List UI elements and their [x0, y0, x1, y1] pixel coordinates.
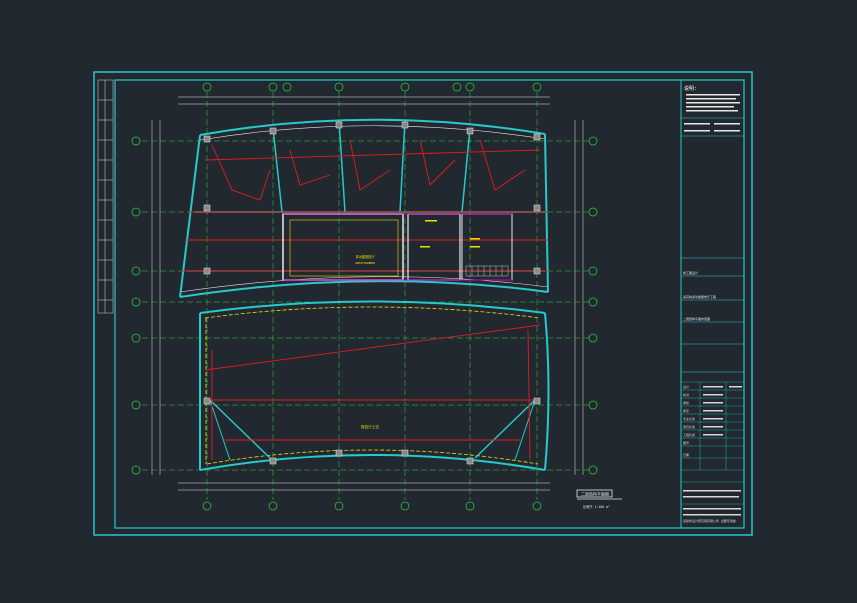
drawing-name: 二层结构平面布置图 [683, 316, 710, 321]
tb-row-engineering-lead: 工程负责 [683, 432, 695, 437]
scale-note: 比例尺 1:100 m² [583, 504, 610, 509]
left-revision-strip [97, 79, 114, 314]
tb-row-review: 审核 [683, 400, 689, 405]
inner-frame [114, 79, 745, 529]
room-main-label: 多功能报告厅 [355, 254, 375, 259]
tb-row-date: 日期 [683, 452, 689, 457]
tb-row-design: 设计 [683, 384, 689, 389]
tb-row-drawing-no: 图号 [683, 440, 689, 445]
grid-bubbles-top [202, 82, 542, 92]
plan-title-block: 二层结构平面图 比例尺 1:100 m² [576, 489, 622, 509]
tb-row-check: 校对 [683, 392, 689, 397]
title-block-footer: 某建筑设计研究院有限公司 出图专用章 [683, 518, 736, 523]
lower-hall-outline [199, 300, 550, 471]
plan-title: 二层结构平面图 [581, 491, 609, 497]
grid-bubbles-bottom [202, 501, 542, 511]
stage-label: 施工图设计 [683, 270, 698, 275]
title-block: 说明: 施工图设计 某高校多功能报告厅工程 二层结构平面布置图 设计 校对 审核… [680, 79, 745, 529]
tb-row-approve: 审定 [683, 408, 689, 413]
cad-drawing-canvas: 说明: 施工图设计 某高校多功能报告厅工程 二层结构平面布置图 设计 校对 审核… [0, 0, 857, 599]
project-name: 某高校多功能报告厅工程 [683, 294, 716, 299]
upper-floor-outline [179, 118, 549, 298]
beam-lines-upper [182, 139, 548, 272]
notes-header: 说明: [684, 85, 697, 92]
room-sub-label: ANTECHAMBER [355, 261, 375, 265]
beam-lines-lower [204, 324, 541, 461]
structural-plan-drawing: 说明: 施工图设计 某高校多功能报告厅工程 二层结构平面布置图 设计 校对 审核… [93, 71, 753, 536]
tb-row-project-lead: 项目负责 [683, 424, 695, 429]
central-rooms: 多功能报告厅 ANTECHAMBER [282, 213, 513, 281]
hall-label: 报告厅上空 [361, 424, 379, 429]
grid-axis-lines [142, 92, 590, 500]
tb-row-discipline: 专业负责 [683, 416, 695, 421]
